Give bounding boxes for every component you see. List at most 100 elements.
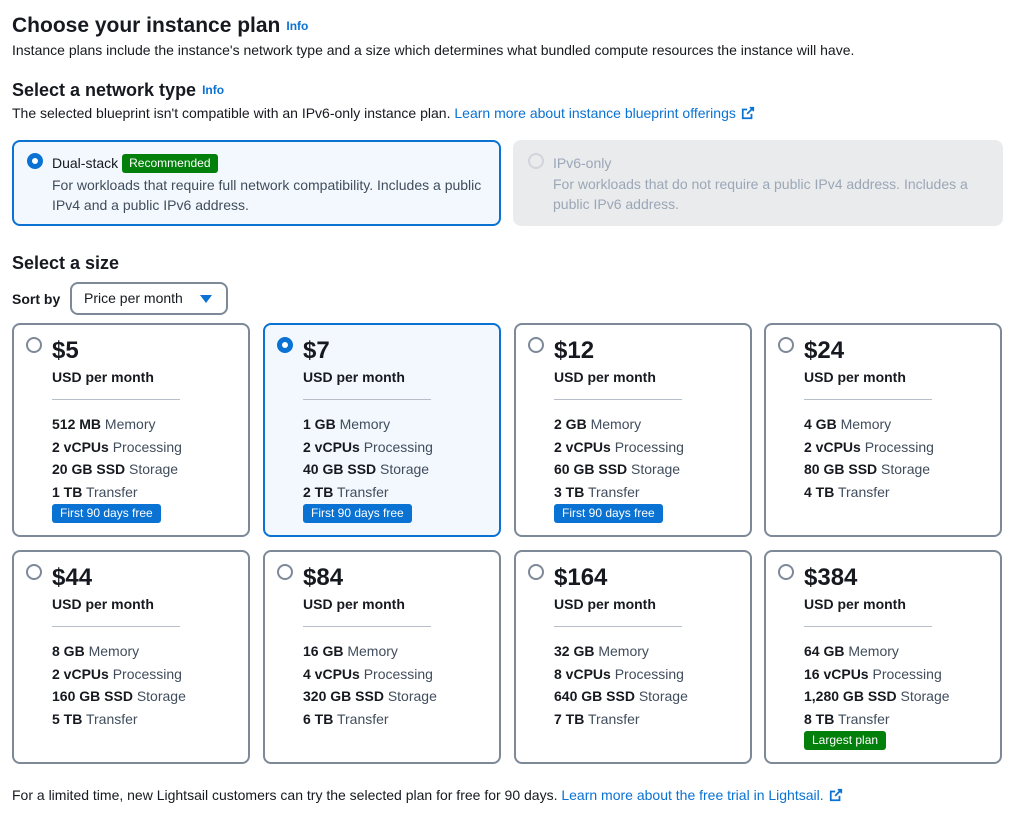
plan-storage: 160 GB SSD Storage	[52, 688, 186, 705]
ipv6-only-radio	[528, 153, 544, 169]
plan-specs: 64 GB Memory 16 vCPUs Processing 1,280 GB …	[804, 640, 950, 731]
plan-price: $5	[52, 337, 79, 364]
plan-memory: 8 GB Memory	[52, 643, 140, 659]
plan-memory: 4 GB Memory	[804, 416, 892, 432]
plan-card[interactable]: $5 USD per month 512 MB Memory 2 vCPUs Proc…	[12, 323, 250, 537]
free-trial-link-text[interactable]: Learn more about the free trial in Light…	[561, 787, 823, 803]
plan-price: $84	[303, 564, 344, 591]
plan-specs: 32 GB Memory 8 vCPUs Processing 640 GB SSD…	[554, 640, 688, 731]
plan-vcpu: 4 vCPUs Processing	[303, 665, 433, 682]
plan-price-unit: USD per month	[52, 596, 154, 612]
plan-specs: 2 GB Memory 2 vCPUs Processing 60 GB SSD S…	[554, 413, 684, 504]
dual-stack-radio[interactable]	[27, 153, 43, 169]
plan-radio[interactable]	[26, 337, 42, 353]
plan-specs: 1 GB Memory 2 vCPUs Processing 40 GB SSD S…	[303, 413, 433, 504]
network-description: The selected blueprint isn't compatible …	[12, 105, 755, 121]
plan-vcpu: 16 vCPUs Processing	[804, 665, 942, 682]
plan-radio[interactable]	[528, 337, 544, 353]
plan-radio[interactable]	[277, 564, 293, 580]
plan-price: $24	[804, 337, 845, 364]
plan-transfer: 7 TB Transfer	[554, 711, 640, 728]
plan-radio[interactable]	[26, 564, 42, 580]
recommended-badge: Recommended	[122, 154, 218, 173]
plan-specs: 16 GB Memory 4 vCPUs Processing 320 GB SSD…	[303, 640, 437, 731]
plan-memory: 16 GB Memory	[303, 643, 398, 659]
plan-vcpu: 8 vCPUs Processing	[554, 665, 684, 682]
plan-radio[interactable]	[778, 564, 794, 580]
free-trial-badge: First 90 days free	[52, 504, 161, 523]
network-info-link[interactable]: Info	[202, 83, 224, 97]
plan-card[interactable]: $12 USD per month 2 GB Memory 2 vCPUs Proce…	[514, 323, 752, 537]
plan-price-unit: USD per month	[303, 596, 405, 612]
plan-radio[interactable]	[528, 564, 544, 580]
network-option-dual-stack[interactable]: Dual-stack Recommended For workloads that…	[12, 140, 501, 226]
plan-card[interactable]: $24 USD per month 4 GB Memory 2 vCPUs Proce…	[764, 323, 1002, 537]
plan-storage: 1,280 GB SSD Storage	[804, 688, 950, 705]
free-trial-link[interactable]: Learn more about the free trial in Light…	[561, 787, 842, 803]
ipv6-only-title: IPv6-only	[553, 155, 612, 171]
plan-divider	[52, 399, 180, 400]
plan-divider	[554, 626, 682, 627]
blueprint-offerings-link[interactable]: Learn more about instance blueprint offe…	[454, 105, 754, 121]
header-info-link[interactable]: Info	[286, 19, 308, 33]
page-description: Instance plans include the instance's ne…	[12, 42, 855, 58]
plan-radio[interactable]	[277, 337, 293, 353]
free-trial-text: For a limited time, new Lightsail custom…	[12, 787, 558, 803]
plan-divider	[52, 626, 180, 627]
plan-specs: 4 GB Memory 2 vCPUs Processing 80 GB SSD S…	[804, 413, 934, 504]
plan-transfer: 5 TB Transfer	[52, 711, 138, 728]
plan-divider	[303, 626, 431, 627]
plan-storage: 640 GB SSD Storage	[554, 688, 688, 705]
plan-price-unit: USD per month	[554, 596, 656, 612]
free-trial-note: For a limited time, new Lightsail custom…	[12, 787, 843, 803]
plan-price: $7	[303, 337, 330, 364]
plan-price: $164	[554, 564, 608, 591]
plan-price-unit: USD per month	[303, 369, 405, 385]
plan-divider	[804, 626, 932, 627]
plan-storage: 80 GB SSD Storage	[804, 461, 931, 478]
plan-radio[interactable]	[778, 337, 794, 353]
plan-price: $12	[554, 337, 595, 364]
plan-transfer: 3 TB Transfer	[554, 484, 640, 501]
caret-down-icon	[200, 295, 212, 303]
plan-price: $384	[804, 564, 858, 591]
dual-stack-description: For workloads that require full network …	[52, 177, 482, 213]
plan-card[interactable]: $164 USD per month 32 GB Memory 8 vCPUs Pro…	[514, 550, 752, 764]
network-description-text: The selected blueprint isn't compatible …	[12, 105, 451, 121]
plan-price: $44	[52, 564, 93, 591]
plan-vcpu: 2 vCPUs Processing	[554, 438, 684, 455]
page-title-text: Choose your instance plan	[12, 14, 281, 37]
largest-plan-badge: Largest plan	[804, 731, 887, 750]
sort-by-value: Price per month	[84, 290, 183, 306]
plan-transfer: 8 TB Transfer	[804, 711, 890, 728]
plan-storage: 320 GB SSD Storage	[303, 688, 437, 705]
plan-storage: 60 GB SSD Storage	[554, 461, 681, 478]
plan-memory: 2 GB Memory	[554, 416, 642, 432]
plan-vcpu: 2 vCPUs Processing	[52, 665, 182, 682]
dual-stack-title: Dual-stack	[52, 155, 119, 171]
external-link-icon	[741, 106, 754, 120]
plan-price-unit: USD per month	[804, 369, 906, 385]
plan-card[interactable]: $84 USD per month 16 GB Memory 4 vCPUs Proc…	[263, 550, 501, 764]
plan-card[interactable]: $44 USD per month 8 GB Memory 2 vCPUs Proce…	[12, 550, 250, 764]
plan-memory: 32 GB Memory	[554, 643, 649, 659]
free-trial-badge: First 90 days free	[554, 504, 663, 523]
sort-by-select[interactable]: Price per month	[70, 282, 228, 315]
plan-memory: 512 MB Memory	[52, 416, 156, 432]
plan-vcpu: 2 vCPUs Processing	[804, 438, 934, 455]
blueprint-offerings-link-text[interactable]: Learn more about instance blueprint offe…	[454, 105, 735, 121]
plan-card[interactable]: $384 USD per month 64 GB Memory 16 vCPUs Pr…	[764, 550, 1002, 764]
network-option-ipv6-only: IPv6-only For workloads that do not requ…	[513, 140, 1003, 226]
plan-price-unit: USD per month	[52, 369, 154, 385]
free-trial-badge: First 90 days free	[303, 504, 412, 523]
network-title-text: Select a network type	[12, 80, 197, 100]
plan-divider	[804, 399, 932, 400]
plan-memory: 1 GB Memory	[303, 416, 391, 432]
ipv6-only-description: For workloads that do not require a publ…	[553, 176, 968, 212]
plan-storage: 20 GB SSD Storage	[52, 461, 179, 478]
sort-by-label: Sort by	[12, 291, 61, 307]
plan-card[interactable]: $7 USD per month 1 GB Memory 2 vCPUs Proces…	[263, 323, 501, 537]
plan-price-unit: USD per month	[804, 596, 906, 612]
plan-vcpu: 2 vCPUs Processing	[52, 438, 182, 455]
page-title: Choose your instance plan Info	[12, 14, 308, 38]
